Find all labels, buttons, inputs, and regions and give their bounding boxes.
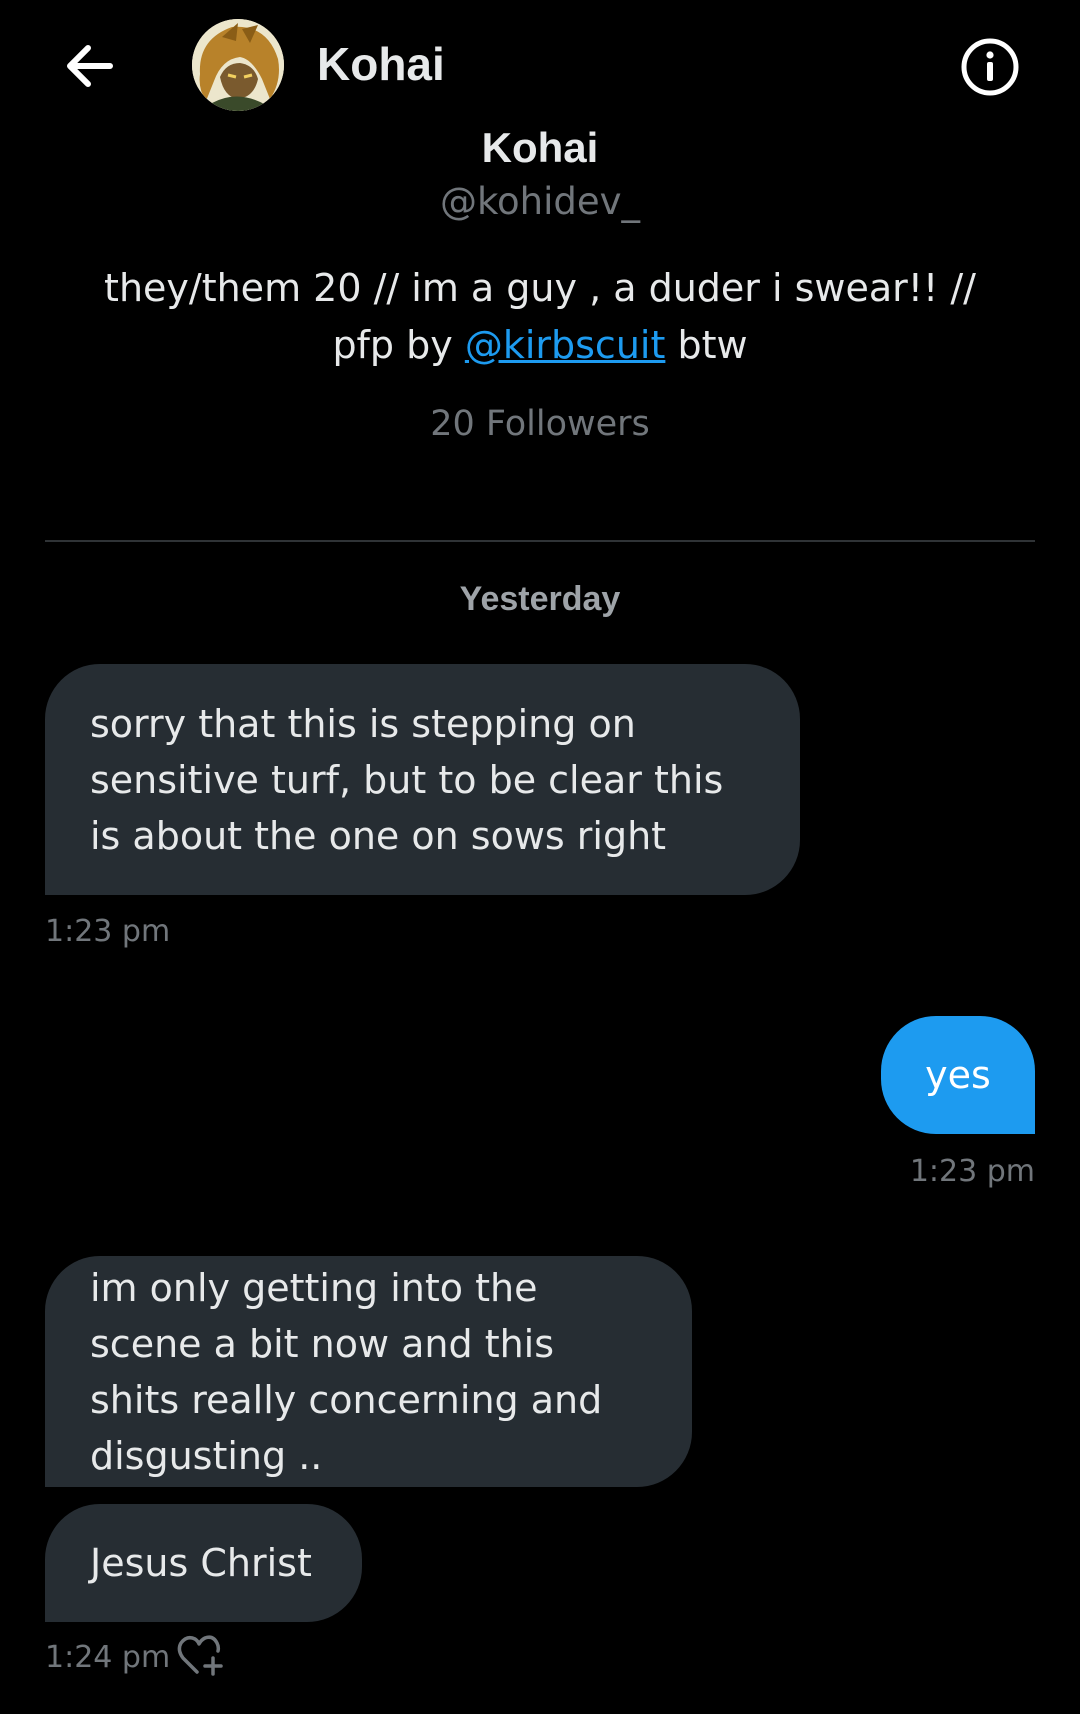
- message-text: sorry that this is stepping on sensitive…: [90, 701, 724, 858]
- message-timestamp: 1:23 pm: [909, 1154, 1035, 1189]
- heart-plus-icon: [177, 1635, 223, 1676]
- arrow-left-icon: [67, 45, 113, 87]
- message-bubble-incoming[interactable]: Jesus Christ: [45, 1504, 362, 1622]
- info-circle-icon: [961, 38, 1019, 96]
- profile-bio: they/them 20 // im a guy , a duder i swe…: [104, 266, 976, 367]
- date-separator: Yesterday: [459, 580, 621, 618]
- conversation-info-button[interactable]: [960, 37, 1020, 97]
- add-reaction-button[interactable]: [175, 1632, 225, 1678]
- message-text: Jesus Christ: [90, 1541, 312, 1585]
- back-button[interactable]: [60, 38, 122, 94]
- profile-name: Kohai: [481, 128, 599, 168]
- message-bubble-incoming[interactable]: sorry that this is stepping on sensitive…: [45, 664, 800, 895]
- conversation-header: Kohai: [0, 0, 1080, 132]
- message-text: im only getting into the scene a bit now…: [90, 1265, 603, 1478]
- avatar-image: [192, 19, 284, 111]
- message-bubble-outgoing[interactable]: yes: [881, 1016, 1035, 1134]
- avatar[interactable]: [192, 19, 284, 111]
- divider: [45, 540, 1035, 542]
- message-text: yes: [925, 1053, 991, 1097]
- profile-handle: @kohidev_: [439, 180, 641, 223]
- header-title[interactable]: Kohai: [317, 37, 445, 91]
- bio-mention-link[interactable]: @kirbscuit: [465, 323, 666, 367]
- followers-count[interactable]: 20 Followers: [0, 404, 1080, 444]
- message-timestamp: 1:24 pm: [45, 1640, 171, 1675]
- message-timestamp: 1:23 pm: [45, 914, 171, 949]
- dm-conversation-screen: Kohai Kohai @kohidev_ they/them 20 // im…: [0, 0, 1080, 1714]
- message-bubble-incoming[interactable]: im only getting into the scene a bit now…: [45, 1256, 692, 1487]
